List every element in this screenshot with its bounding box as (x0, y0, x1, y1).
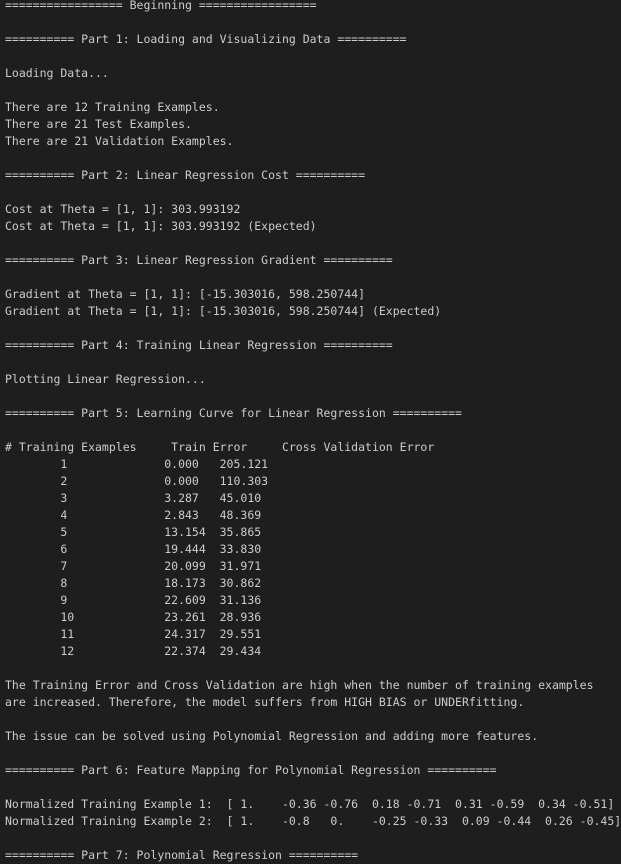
table-row: 4 2.843 48.369 (5, 508, 262, 522)
terminal-line: There are 12 Training Examples. (5, 100, 220, 114)
table-row: 7 20.099 31.971 (5, 559, 262, 573)
terminal-line: Gradient at Theta = [1, 1]: [-15.303016,… (5, 287, 366, 301)
table-row: 1 0.000 205.121 (5, 457, 269, 471)
terminal-line: There are 21 Validation Examples. (5, 134, 234, 148)
terminal-line: ========== Part 2: Linear Regression Cos… (5, 168, 366, 182)
terminal-output[interactable]: ================= Beginning ============… (0, 0, 621, 864)
terminal-line: ================= Beginning ============… (5, 0, 317, 12)
table-row: 8 18.173 30.862 (5, 576, 262, 590)
terminal-line: Loading Data... (5, 66, 109, 80)
table-row: 9 22.609 31.136 (5, 593, 262, 607)
terminal-line: Normalized Training Example 2: [ 1. -0.8… (5, 814, 621, 828)
table-row: 5 13.154 35.865 (5, 525, 262, 539)
terminal-line: Normalized Training Example 1: [ 1. -0.3… (5, 797, 615, 811)
terminal-line: ========== Part 5: Learning Curve for Li… (5, 406, 462, 420)
table-row: 10 23.261 28.936 (5, 610, 262, 624)
terminal-line: are increased. Therefore, the model suff… (5, 695, 525, 709)
table-row: 3 3.287 45.010 (5, 491, 262, 505)
terminal-line: Gradient at Theta = [1, 1]: [-15.303016,… (5, 304, 442, 318)
table-row: 6 19.444 33.830 (5, 542, 262, 556)
terminal-line: The issue can be solved using Polynomial… (5, 729, 539, 743)
terminal-line: Cost at Theta = [1, 1]: 303.993192 (5, 202, 241, 216)
terminal-lines: ================= Beginning ============… (5, 0, 621, 864)
table-row: 12 22.374 29.434 (5, 644, 262, 658)
terminal-line: There are 21 Test Examples. (5, 117, 192, 131)
terminal-line: Cost at Theta = [1, 1]: 303.993192 (Expe… (5, 219, 317, 233)
terminal-line: The Training Error and Cross Validation … (5, 678, 594, 692)
terminal-line: ========== Part 3: Linear Regression Gra… (5, 253, 393, 267)
terminal-line: ========== Part 4: Training Linear Regre… (5, 338, 393, 352)
terminal-line: ========== Part 6: Feature Mapping for P… (5, 763, 497, 777)
terminal-line: ========== Part 1: Loading and Visualizi… (5, 32, 407, 46)
table-row: 11 24.317 29.551 (5, 627, 262, 641)
terminal-line: Plotting Linear Regression... (5, 372, 206, 386)
table-header: # Training Examples Train Error Cross Va… (5, 440, 435, 454)
terminal-line: ========== Part 7: Polynomial Regression… (5, 848, 359, 862)
table-row: 2 0.000 110.303 (5, 474, 269, 488)
